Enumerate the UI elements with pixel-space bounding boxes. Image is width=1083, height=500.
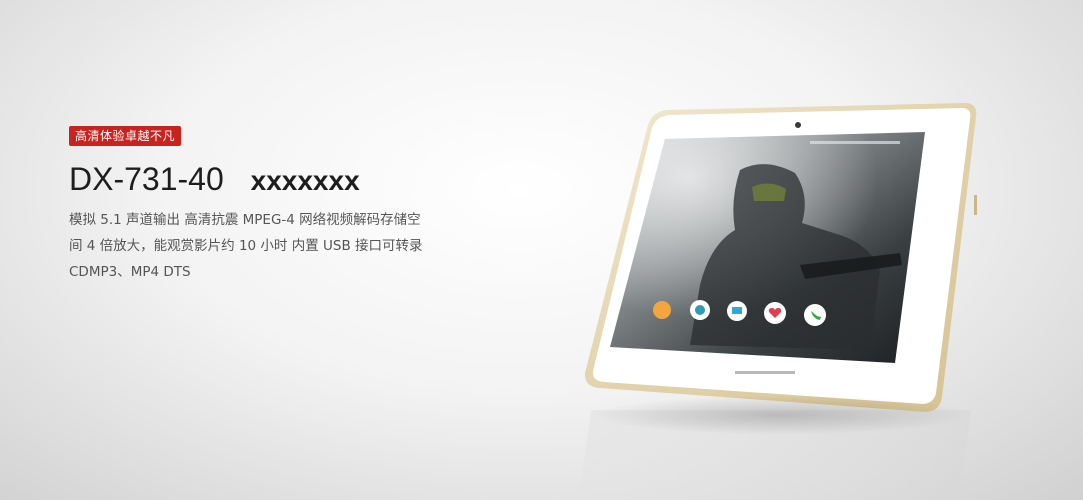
apps-icon [653, 301, 671, 319]
tablet-illustration [584, 103, 977, 412]
tagline-badge: 高清体验卓越不凡 [69, 126, 182, 146]
product-description: 模拟 5.1 声道输出 高清抗震 MPEG-4 网络视频解码存储空 间 4 倍放… [69, 207, 469, 285]
product-title: DX-731-40 xxxxxxx [69, 160, 360, 200]
brand-logo [735, 371, 795, 374]
description-line: 模拟 5.1 声道输出 高清抗震 MPEG-4 网络视频解码存储空 [69, 212, 421, 228]
product-model: DX-731-40 [69, 161, 224, 197]
front-camera-icon [795, 122, 801, 128]
tablet-shadow [590, 395, 970, 435]
description-line: CDMP3、MP4 DTS [69, 264, 191, 280]
product-model-suffix: xxxxxxx [250, 165, 360, 196]
tablet-product-image [570, 95, 990, 435]
side-button [974, 195, 977, 215]
description-line: 间 4 倍放大，能观赏影片约 10 小时 内置 USB 接口可转录 [69, 238, 423, 254]
status-bar [810, 141, 900, 144]
